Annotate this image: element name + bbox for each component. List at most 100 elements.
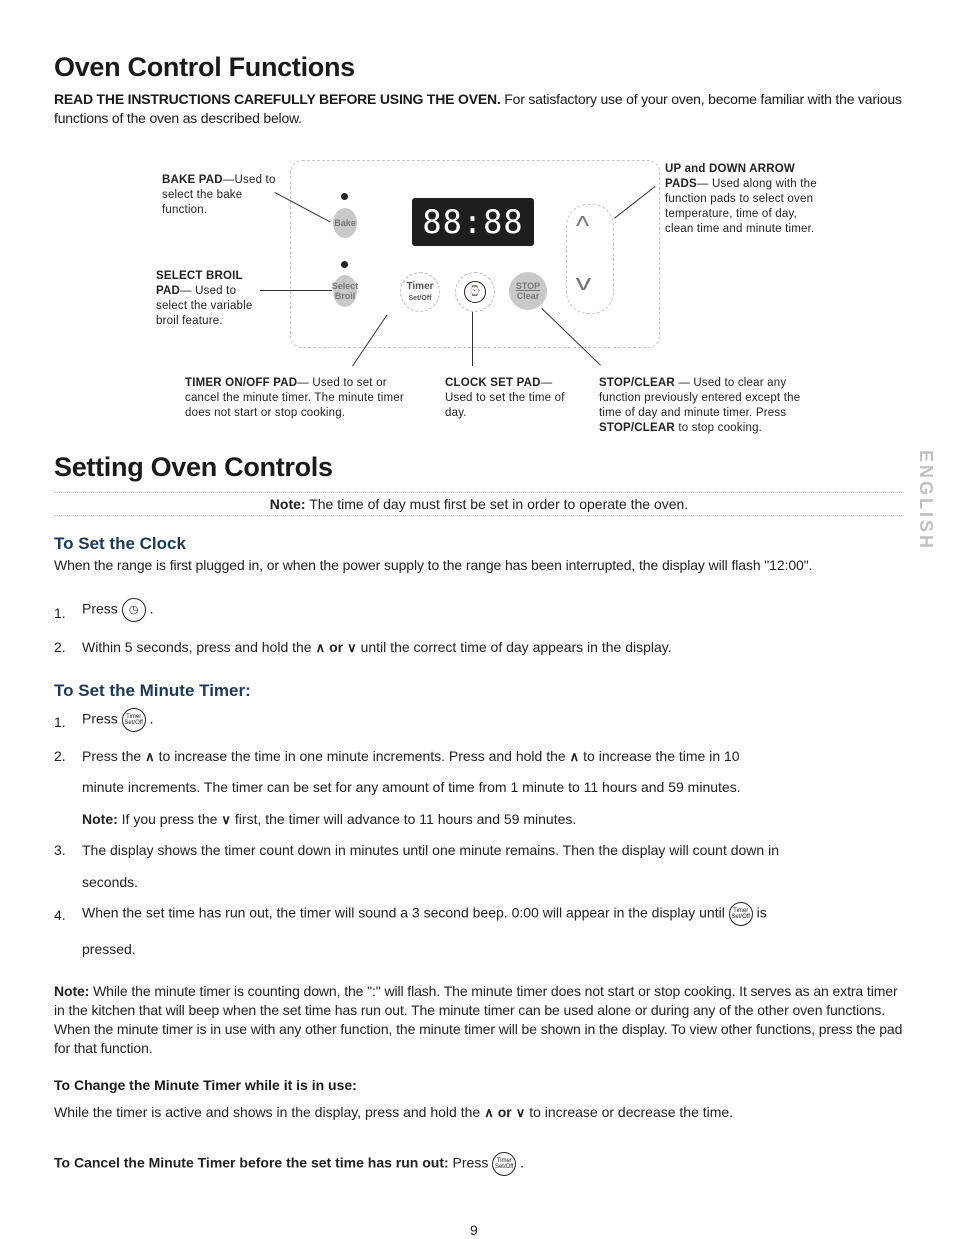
clock-pad-icon: ◷ [121,598,146,622]
select-broil-label: Select Broil [332,281,359,301]
step-text: Press the [82,748,142,764]
clock-leader-line [472,312,473,366]
step-text: While the timer is active and shows in t… [54,1104,481,1120]
cancel-line: To Cancel the Minute Timer before the se… [54,1152,524,1176]
timer-sub-label: Set/Off [408,294,432,302]
icon-bottom: Set/Off [731,914,750,920]
icon-bottom: Set/Off [124,720,143,726]
step-text: When the set time has run out, the timer… [82,904,725,921]
step-text: until the correct time of day appears in… [360,639,672,655]
step-number: 1. [54,714,66,730]
step-text: If you press the [117,811,218,827]
step-number: 3. [54,842,66,858]
up-arrow-icon: ∧ [484,1105,494,1121]
broil-pad-callout: SELECT BROIL PAD— Used to select the var… [156,269,268,329]
change-heading: To Change the Minute Timer while it is i… [54,1077,357,1093]
press-label: Press [82,600,118,617]
cancel-heading: To Cancel the Minute Timer before the se… [54,1154,449,1171]
clock-display: 88:88 [412,198,534,246]
up-arrow-icon: ∧ [145,749,155,765]
timer-callout-title: TIMER ON/OFF PAD [185,377,298,389]
timer-pad-icon: Timer Set/Off [492,1152,517,1176]
timer-heading: To Set the Minute Timer: [54,681,251,700]
bake-pad-callout: BAKE PAD—Used to select the bake functio… [162,173,282,218]
note-label: Note: [269,496,306,512]
timer-step-1-text: Press Timer Set/Off . [82,708,153,732]
press-label: Press [452,1154,489,1171]
step-number: 2. [54,639,66,655]
broil-leader-line [260,290,332,291]
change-text: While the timer is active and shows in t… [54,1104,733,1121]
up-arrow-pad[interactable]: ^ [576,210,589,242]
stop-callout-title: STOP/CLEAR [599,377,675,389]
note-label: Note: [54,983,90,999]
up-arrow-icon: ∧ [315,640,326,656]
stop-label: STOP [515,281,541,291]
step-text: first, the timer will advance to 11 hour… [234,811,577,827]
step-text: to increase the time in one minute incre… [158,748,566,764]
bake-indicator-dot [341,193,348,200]
step-number: 4. [54,907,66,923]
note-text: While the minute timer is counting down,… [54,983,903,1056]
clock-callout-title: CLOCK SET PAD [445,377,541,389]
clock-step-1-text: Press ◷ . [82,598,153,622]
or-label: or [329,639,344,655]
stop-callout-text2: to stop cooking. [674,422,763,434]
timer-pad-icon: Timer Set/Off [728,902,753,926]
stop-clear-label: STOP Clear [516,281,540,301]
timer-step-3-line2: seconds. [82,874,139,890]
timer-step-2-line1: Press the ∧ to increase the time in one mi… [82,748,740,765]
bake-callout-title: BAKE PAD [162,174,223,186]
step-number: 2. [54,748,66,764]
timer-step-4-line1: When the set time has run out, the timer… [82,902,767,926]
clear-label: Clear [516,291,540,301]
clock-pad-callout: CLOCK SET PAD— Used to set the time of d… [445,376,575,421]
step-number: 1. [54,605,66,621]
select-broil-pad[interactable]: Select Broil [332,275,359,307]
timer-pad-label: Timer Set/Off [406,281,433,304]
timer-note: Note: While the minute timer is counting… [54,982,904,1058]
down-arrow-icon: ∨ [515,1105,526,1121]
clock-heading: To Set the Clock [54,534,186,553]
language-tab: ENGLISH [916,450,936,552]
timer-label: Timer [406,280,434,292]
timer-pad[interactable]: Timer Set/Off [400,272,440,312]
up-arrow-icon: ∧ [569,749,580,765]
clock-pad[interactable]: ⌚ [455,272,495,312]
step-text: is [756,904,767,921]
broil-indicator-dot [341,261,348,268]
clock-step-2-text: Within 5 seconds, press and hold the ∧ or ∨… [82,639,672,656]
step-text: to increase the time in 10 [583,748,740,764]
timer-step-2-note: Note: If you press the ∨ first, the timer … [82,811,576,828]
page-title: Oven Control Functions [54,52,355,82]
timer-pad-callout: TIMER ON/OFF PAD— Used to set or cancel … [185,376,423,421]
note-label: Note: [82,811,118,827]
stop-clear-pad[interactable]: STOP Clear [509,272,547,310]
stop-callout-bold: STOP/CLEAR [599,422,675,434]
intro-bold: READ THE INSTRUCTIONS CAREFULLY BEFORE U… [54,91,501,107]
icon-bottom: Set/Off [494,1164,514,1170]
or-label: or [497,1104,512,1120]
note-band: Note: The time of day must first be set … [54,492,904,516]
broil-label: Broil [334,291,356,301]
intro-paragraph: READ THE INSTRUCTIONS CAREFULLY BEFORE U… [54,90,914,128]
select-label: Select [331,281,359,291]
timer-pad-icon: Timer Set/Off [121,708,146,732]
arrow-pads-callout: UP and DOWN ARROW PADS— Used along with … [665,162,827,237]
clock-icon: ⌚ [464,281,486,303]
timer-step-3-line1: The display shows the timer count down i… [82,842,779,858]
down-arrow-icon: ∨ [347,640,357,656]
page-number: 9 [470,1222,478,1238]
down-arrow-icon: ∨ [221,812,231,828]
arrow-pads [566,204,614,314]
bake-pad[interactable]: Bake [333,208,357,238]
press-label: Press [82,710,118,727]
down-arrow-pad[interactable]: v [576,270,591,296]
bake-pad-label: Bake [334,218,356,228]
timer-step-2-line2: minute increments. The timer can be set … [82,779,741,795]
section-title: Setting Oven Controls [54,452,333,482]
clock-intro: When the range is first plugged in, or w… [54,557,813,573]
note-text: The time of day must first be set in ord… [305,496,689,512]
step-text: to increase or decrease the time. [529,1104,734,1120]
stop-clear-callout: STOP/CLEAR — Used to clear any function … [599,376,809,436]
